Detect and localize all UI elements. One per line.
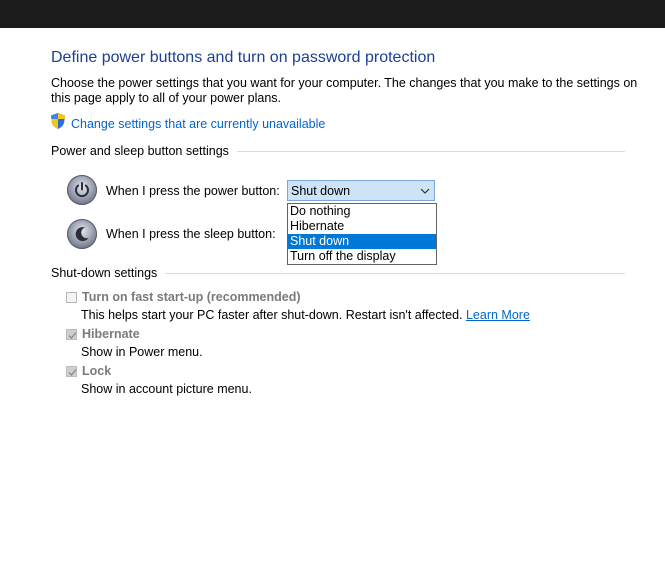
fast-startup-description: This helps start your PC faster after sh…	[81, 308, 463, 322]
fast-startup-label: Turn on fast start-up (recommended)	[82, 290, 301, 304]
dropdown-option-turn-off-display[interactable]: Turn off the display	[288, 249, 436, 264]
window-title-bar	[0, 0, 665, 28]
dropdown-option-do-nothing[interactable]: Do nothing	[288, 204, 436, 219]
hibernate-label: Hibernate	[82, 327, 140, 341]
hibernate-checkbox[interactable]	[66, 329, 77, 340]
chevron-down-icon	[420, 185, 430, 199]
check-icon	[68, 332, 77, 339]
power-section-header: Power and sleep button settings	[51, 144, 625, 158]
sleep-button-label: When I press the sleep button:	[106, 227, 276, 241]
power-button-action-select[interactable]: Shut down	[287, 180, 435, 201]
change-unavailable-settings-link[interactable]: Change settings that are currently unava…	[71, 117, 325, 131]
check-icon	[68, 369, 77, 376]
lock-label: Lock	[82, 364, 112, 378]
uac-shield-icon	[51, 113, 65, 134]
dropdown-option-hibernate[interactable]: Hibernate	[288, 219, 436, 234]
dropdown-option-shut-down[interactable]: Shut down	[288, 234, 436, 249]
uac-settings-link-row[interactable]: Change settings that are currently unava…	[51, 113, 325, 134]
lock-description: Show in account picture menu.	[81, 382, 252, 396]
power-section-title: Power and sleep button settings	[51, 144, 229, 158]
shutdown-section-title: Shut-down settings	[51, 266, 158, 280]
sleep-moon-icon	[67, 219, 97, 249]
power-button-selected-value: Shut down	[291, 183, 351, 198]
section-divider	[165, 272, 625, 274]
power-button-icon	[67, 175, 97, 205]
fast-startup-checkbox[interactable]	[66, 292, 77, 303]
hibernate-description: Show in Power menu.	[81, 345, 203, 359]
page-description: Choose the power settings that you want …	[51, 76, 638, 105]
shutdown-section-header: Shut-down settings	[51, 266, 625, 280]
section-divider	[236, 150, 625, 152]
learn-more-link[interactable]: Learn More	[466, 308, 530, 322]
power-button-dropdown-list: Do nothing Hibernate Shut down Turn off …	[287, 203, 437, 265]
lock-checkbox[interactable]	[66, 366, 77, 377]
fast-startup-description-row: This helps start your PC faster after sh…	[81, 308, 530, 322]
page-title: Define power buttons and turn on passwor…	[51, 49, 436, 66]
power-button-label: When I press the power button:	[106, 184, 280, 198]
